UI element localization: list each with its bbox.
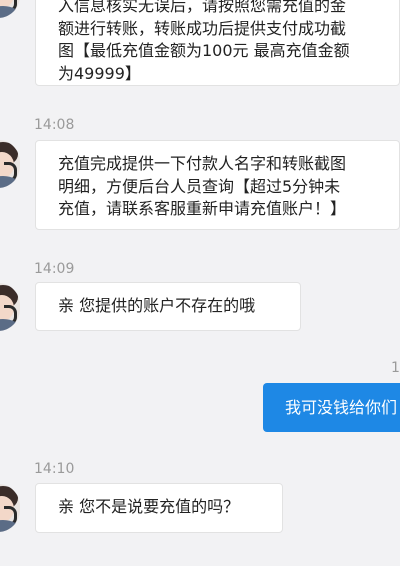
- message-timestamp: 14:10: [34, 461, 75, 477]
- message-timestamp: 1: [391, 360, 400, 376]
- agent-avatar: [0, 0, 20, 18]
- agent-avatar: [0, 484, 20, 532]
- message-bubble: 入信息核实无误后，请按照您需充值的金 额进行转账，转账成功后提供支付成功截 图【…: [35, 0, 400, 86]
- message-timestamp: 14:09: [34, 261, 75, 277]
- message-bubble: 亲 您不是说要充值的吗？: [35, 483, 283, 533]
- user-message-bubble: 我可没钱给你们: [263, 383, 400, 432]
- agent-avatar: [0, 140, 20, 188]
- message-bubble: 充值完成提供一下付款人名字和转账截图 明细，方便后台人员查询【超过5分钟未 充值…: [35, 140, 400, 230]
- agent-avatar: [0, 283, 20, 331]
- message-timestamp: 14:08: [34, 117, 75, 133]
- message-bubble: 亲 您提供的账户不存在的哦: [35, 282, 301, 331]
